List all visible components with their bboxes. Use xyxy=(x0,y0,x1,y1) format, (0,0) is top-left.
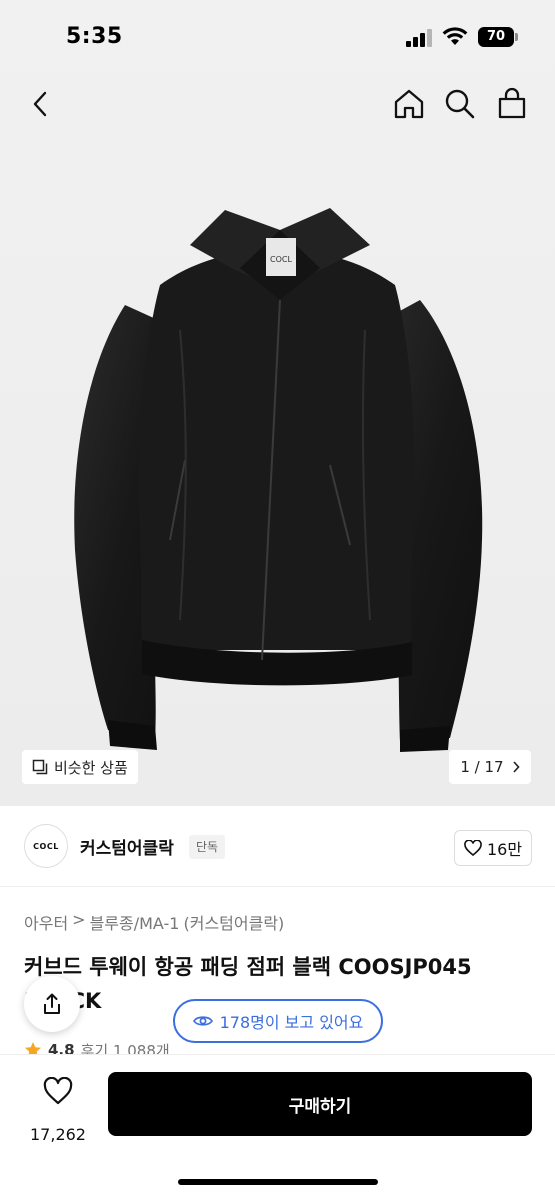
shopping-bag-icon[interactable] xyxy=(495,87,529,121)
copy-icon xyxy=(32,759,48,775)
breadcrumb: 아우터 > 블루종/MA-1 (커스텀어클락) xyxy=(24,910,284,934)
breadcrumb-item[interactable]: 블루종/MA-1 xyxy=(90,910,180,934)
share-icon xyxy=(44,993,60,1014)
pager-text: 1 / 17 xyxy=(460,758,504,776)
collar-label-text: COCL xyxy=(270,255,292,264)
battery-level: 70 xyxy=(478,27,514,47)
brand-like-count: 16만 xyxy=(486,840,523,859)
wish-button[interactable]: 17,262 xyxy=(20,1071,96,1151)
wish-count: 17,262 xyxy=(30,1125,86,1144)
heart-icon xyxy=(43,1076,73,1105)
chevron-right-icon xyxy=(513,761,520,773)
image-pager[interactable]: 1 / 17 xyxy=(449,750,531,784)
similar-products-button[interactable]: 비슷한 상품 xyxy=(22,750,138,784)
product-image[interactable]: COCL xyxy=(30,190,525,770)
share-button[interactable] xyxy=(24,976,80,1032)
status-time: 5:35 xyxy=(66,24,123,49)
brand-name[interactable]: 커스텀어클락 xyxy=(80,834,174,859)
exclusive-badge: 단독 xyxy=(189,835,226,859)
similar-products-label: 비슷한 상품 xyxy=(54,758,128,777)
breadcrumb-separator: > xyxy=(72,910,86,929)
status-bar: 5:35 70 xyxy=(0,0,555,70)
search-icon[interactable] xyxy=(443,87,477,121)
viewers-indicator: 178명이 보고 있어요 xyxy=(173,999,383,1043)
product-gallery[interactable]: 5:35 70 COCL 비슷한 상품 1 / 17 xyxy=(0,0,555,806)
buy-button[interactable]: 구매하기 xyxy=(108,1072,532,1136)
back-icon[interactable] xyxy=(24,87,58,121)
wifi-icon xyxy=(442,27,468,45)
breadcrumb-item[interactable]: (커스텀어클락) xyxy=(183,910,284,934)
home-indicator xyxy=(178,1179,378,1185)
home-icon[interactable] xyxy=(392,87,426,121)
breadcrumb-item[interactable]: 아우터 xyxy=(24,910,68,934)
heart-icon xyxy=(464,840,482,856)
battery-icon: 70 xyxy=(478,27,518,47)
signal-icon xyxy=(406,29,434,47)
viewers-text: 178명이 보고 있어요 xyxy=(219,1013,364,1032)
brand-logo[interactable]: COCL xyxy=(24,824,68,868)
eye-icon xyxy=(192,1016,213,1026)
brand-like-button[interactable]: 16만 xyxy=(454,830,532,866)
brand-row: COCL 커스텀어클락 단독 16만 xyxy=(0,806,555,887)
